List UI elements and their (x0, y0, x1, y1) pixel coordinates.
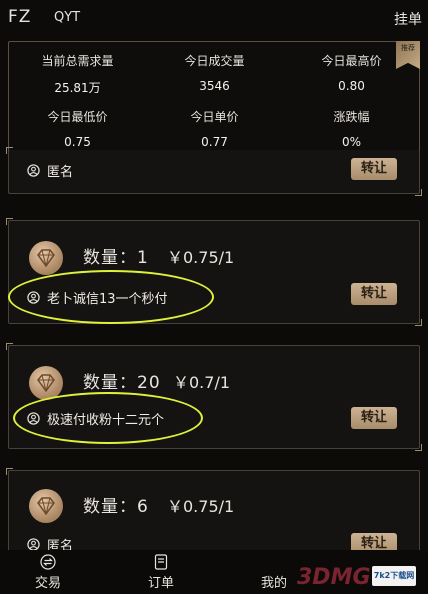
order-card: 数量：6 ￥0.75/1 匿名 转让 (6, 468, 422, 562)
nav-label: 订单 (147, 576, 174, 591)
seller-row: 极速付收粉十二元个 (27, 409, 164, 428)
transfer-button[interactable]: 转让 (351, 158, 397, 180)
stat-value: 0.75 (64, 135, 91, 149)
stat-value: 0.80 (338, 79, 365, 93)
quantity-label: 数量：1 (83, 248, 149, 268)
stat-today-volume: 今日成交量 3546 (146, 52, 283, 93)
stat-value: 25.81万 (54, 81, 101, 95)
stat-value: 0% (341, 135, 362, 149)
nav-mine[interactable]: 我的 (244, 572, 304, 591)
quantity-label: 数量：6 (83, 497, 149, 517)
stat-label: 涨跌幅 (333, 110, 370, 124)
unit-price: ￥0.7/1 (173, 373, 231, 392)
brand-title: FZ (8, 7, 32, 27)
stat-label: 今日单价 (190, 110, 239, 124)
place-order-link[interactable]: 挂单 (394, 9, 422, 29)
stat-total-demand: 当前总需求量 25.81万 (9, 52, 146, 96)
top-bar: FZ QYT 挂单 (0, 0, 428, 40)
seller-name: 极速付收粉十二元个 (47, 413, 165, 428)
nav-label: 我的 (260, 576, 287, 591)
order-card: 数量：20 ￥0.7/1 极速付收粉十二元个 转让 (6, 343, 422, 451)
nav-orders[interactable]: 订单 (131, 554, 191, 591)
stat-label: 当前总需求量 (41, 54, 114, 68)
diamond-icon (29, 241, 63, 275)
stat-label: 今日最低价 (47, 110, 108, 124)
market-stats-panel: 当前总需求量 25.81万 今日成交量 3546 今日最高价 0.80 今日最低… (8, 41, 420, 155)
quantity-label: 数量：20 (83, 373, 161, 393)
unit-price: ￥0.75/1 (167, 248, 235, 267)
diamond-icon (29, 489, 63, 523)
user-circle-icon (27, 412, 40, 425)
nav-label: 交易 (34, 576, 61, 591)
transfer-button[interactable]: 转让 (351, 283, 397, 305)
nav-trade[interactable]: 交易 (18, 554, 78, 591)
seller-name: 老卜诚信13一个秒付 (47, 292, 168, 307)
order-card: 数量：1 ￥0.75/1 老卜诚信13一个秒付 转让 (6, 218, 422, 326)
seller-row: 老卜诚信13一个秒付 (27, 288, 168, 307)
user-circle-icon (27, 164, 40, 177)
stat-today-price: 今日单价 0.77 (146, 108, 283, 149)
ribbon-label: 推荐 (401, 44, 415, 52)
seller-name: 匿名 (47, 165, 74, 180)
user-circle-icon (27, 291, 40, 304)
stat-value: 3546 (199, 79, 230, 93)
swap-icon (40, 554, 56, 570)
watermark-logo: 3DMG (297, 565, 371, 590)
unit-price: ￥0.75/1 (167, 497, 235, 516)
stat-label: 今日成交量 (184, 54, 245, 68)
watermark-badge: 7k2下载网 (372, 566, 416, 586)
transfer-button[interactable]: 转让 (351, 407, 397, 429)
seller-row: 匿名 (27, 161, 73, 180)
coin-name[interactable]: QYT (54, 10, 80, 25)
diamond-icon (29, 366, 63, 400)
stat-value: 0.77 (201, 135, 228, 149)
stat-today-low: 今日最低价 0.75 (9, 108, 146, 149)
stat-change-rate: 涨跌幅 0% (283, 108, 420, 149)
order-card: 匿名 转让 (6, 147, 422, 196)
document-icon (154, 554, 168, 570)
